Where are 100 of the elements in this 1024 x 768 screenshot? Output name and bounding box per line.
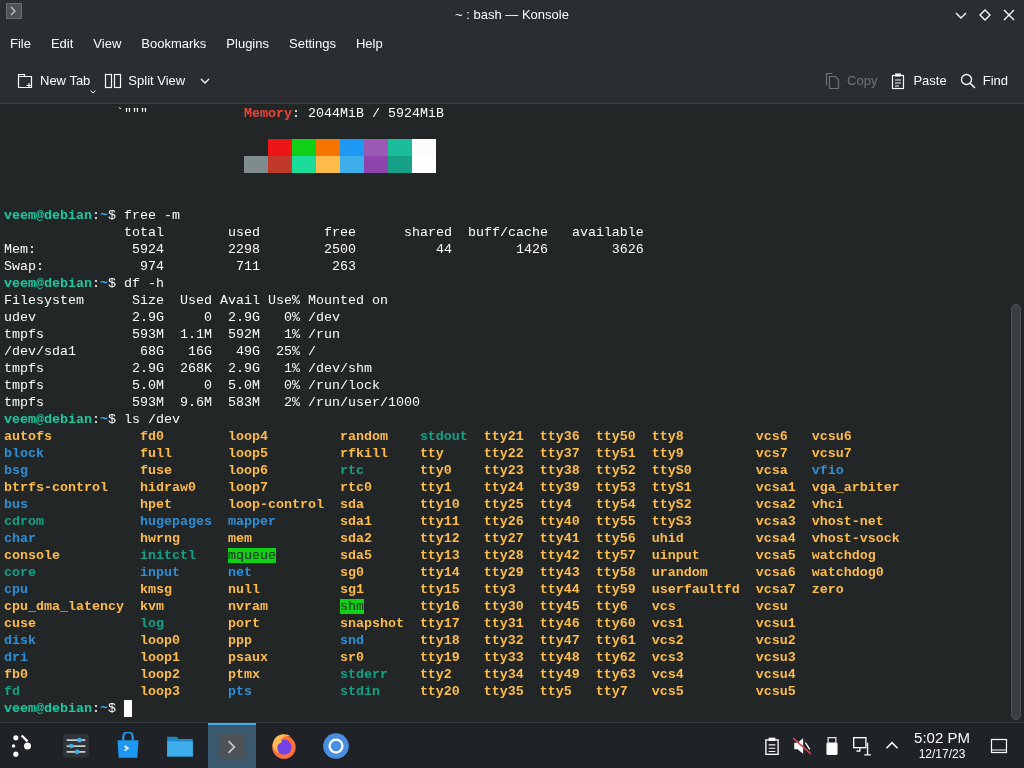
file-name: vcsa: [755, 463, 788, 478]
file-name: tty12: [419, 531, 460, 546]
file-name: tty35: [483, 684, 524, 699]
file-name: tty50: [595, 429, 636, 444]
file-name: vcs3: [651, 650, 684, 665]
file-name: tty11: [419, 514, 460, 529]
menu-item[interactable]: Edit: [50, 34, 74, 54]
file-name: tty33: [483, 650, 524, 665]
copy-icon: [823, 71, 842, 90]
toolbar-button[interactable]: New Tab: [12, 64, 95, 97]
file-name: stderr: [339, 667, 388, 682]
scrollbar[interactable]: [1011, 304, 1021, 720]
file-name: stdout: [419, 429, 468, 444]
file-name: autofs: [4, 429, 52, 444]
file-name: tty26: [483, 514, 524, 529]
file-name: sg0: [339, 565, 364, 580]
file-name: sda1: [339, 514, 372, 529]
file-name: tty32: [483, 633, 524, 648]
network-icon[interactable]: [852, 735, 872, 756]
file-name: watchdog: [811, 548, 876, 563]
file-name: tty4: [539, 497, 572, 512]
file-name: vcs5: [651, 684, 684, 699]
file-name: dri: [4, 650, 28, 665]
file-name: sr0: [339, 650, 364, 665]
file-name: tty: [419, 446, 444, 461]
file-name: snd: [339, 633, 364, 648]
toolbar-button[interactable]: Find: [954, 64, 1012, 97]
file-name: vhci: [811, 497, 844, 512]
file-name: vcs6: [755, 429, 788, 444]
file-name: vcs: [651, 599, 676, 614]
file-name: zero: [811, 582, 844, 597]
file-name: vcsa7: [755, 582, 796, 597]
toolbar-button[interactable]: Split View: [100, 64, 190, 97]
output-line: tmpfs 2.9G 268K 2.9G 1% /dev/shm: [4, 360, 372, 377]
output-line: Mem: 5924 2298 2500 44 1426 3626: [4, 241, 644, 258]
file-name: vcsa2: [755, 497, 796, 512]
file-name: uhid: [651, 531, 684, 546]
command-line: veem@debian:~$ free -m: [4, 207, 180, 224]
file-name: tty42: [539, 548, 580, 563]
file-name: block: [4, 446, 44, 461]
file-name: tty17: [419, 616, 460, 631]
file-name: sg1: [339, 582, 364, 597]
file-name: tty3: [483, 582, 516, 597]
file-name: tty62: [595, 650, 636, 665]
terminal-app-icon: [6, 3, 22, 19]
file-name: tty14: [419, 565, 460, 580]
show-desktop-button[interactable]: [990, 736, 1008, 755]
file-name: console: [4, 548, 60, 563]
file-name: mqueue: [227, 548, 276, 563]
file-name: fuse: [139, 463, 172, 478]
clipboard-icon[interactable]: [762, 735, 782, 756]
clock-time[interactable]: 5:02 PM: [914, 728, 970, 748]
file-name: vhost-vsock: [811, 531, 900, 546]
menu-item[interactable]: View: [93, 34, 122, 54]
menu-item[interactable]: Settings: [289, 34, 336, 54]
output-line: udev 2.9G 0 2.9G 0% /dev: [4, 309, 340, 326]
file-name: tty39: [539, 480, 580, 495]
file-name: tty23: [483, 463, 524, 478]
file-name: loop7: [227, 480, 268, 495]
file-name: tty58: [595, 565, 636, 580]
file-name: loop2: [139, 667, 180, 682]
file-name: tty21: [483, 429, 524, 444]
file-name: vcsu3: [755, 650, 796, 665]
file-name: tty57: [595, 548, 636, 563]
sliders-icon: [62, 731, 90, 760]
file-name: tty18: [419, 633, 460, 648]
file-name: loop1: [139, 650, 180, 665]
file-name: loop5: [227, 446, 268, 461]
file-name: urandom: [651, 565, 708, 580]
caret-icon: [90, 89, 97, 94]
file-name: loop6: [227, 463, 268, 478]
file-name: bus: [4, 497, 28, 512]
file-name: vcsu5: [755, 684, 796, 699]
clock-date[interactable]: 12/17/23: [918, 747, 966, 763]
muted-speaker-icon[interactable]: [792, 735, 812, 756]
menu-item[interactable]: File: [10, 34, 31, 54]
menu-item[interactable]: Help: [355, 34, 383, 54]
file-name: hidraw0: [139, 480, 196, 495]
file-name: tty20: [419, 684, 460, 699]
file-name: psaux: [227, 650, 268, 665]
file-name: tty54: [595, 497, 636, 512]
terminal-icon: [218, 732, 246, 761]
file-name: tty29: [483, 565, 524, 580]
file-name: tty8: [651, 429, 684, 444]
file-name: ttyS1: [651, 480, 692, 495]
toolbar-button[interactable]: Paste: [885, 64, 951, 97]
memory-info: Memory: 2044MiB / 5924MiB: [243, 105, 444, 122]
menu-item[interactable]: Plugins: [226, 34, 269, 54]
file-name: tty60: [595, 616, 636, 631]
file-name: rfkill: [339, 446, 388, 461]
output-line: tmpfs 593M 9.6M 583M 2% /run/user/1000: [4, 394, 420, 411]
new-tab-icon: [16, 71, 34, 90]
file-name: tty63: [595, 667, 636, 682]
file-name: ttyS3: [651, 514, 692, 529]
menu-item[interactable]: Bookmarks: [141, 34, 207, 54]
file-name: tty43: [539, 565, 580, 580]
file-name: tty41: [539, 531, 580, 546]
file-name: tty59: [595, 582, 636, 597]
file-name: bsg: [4, 463, 28, 478]
file-name: initctl: [139, 548, 196, 563]
